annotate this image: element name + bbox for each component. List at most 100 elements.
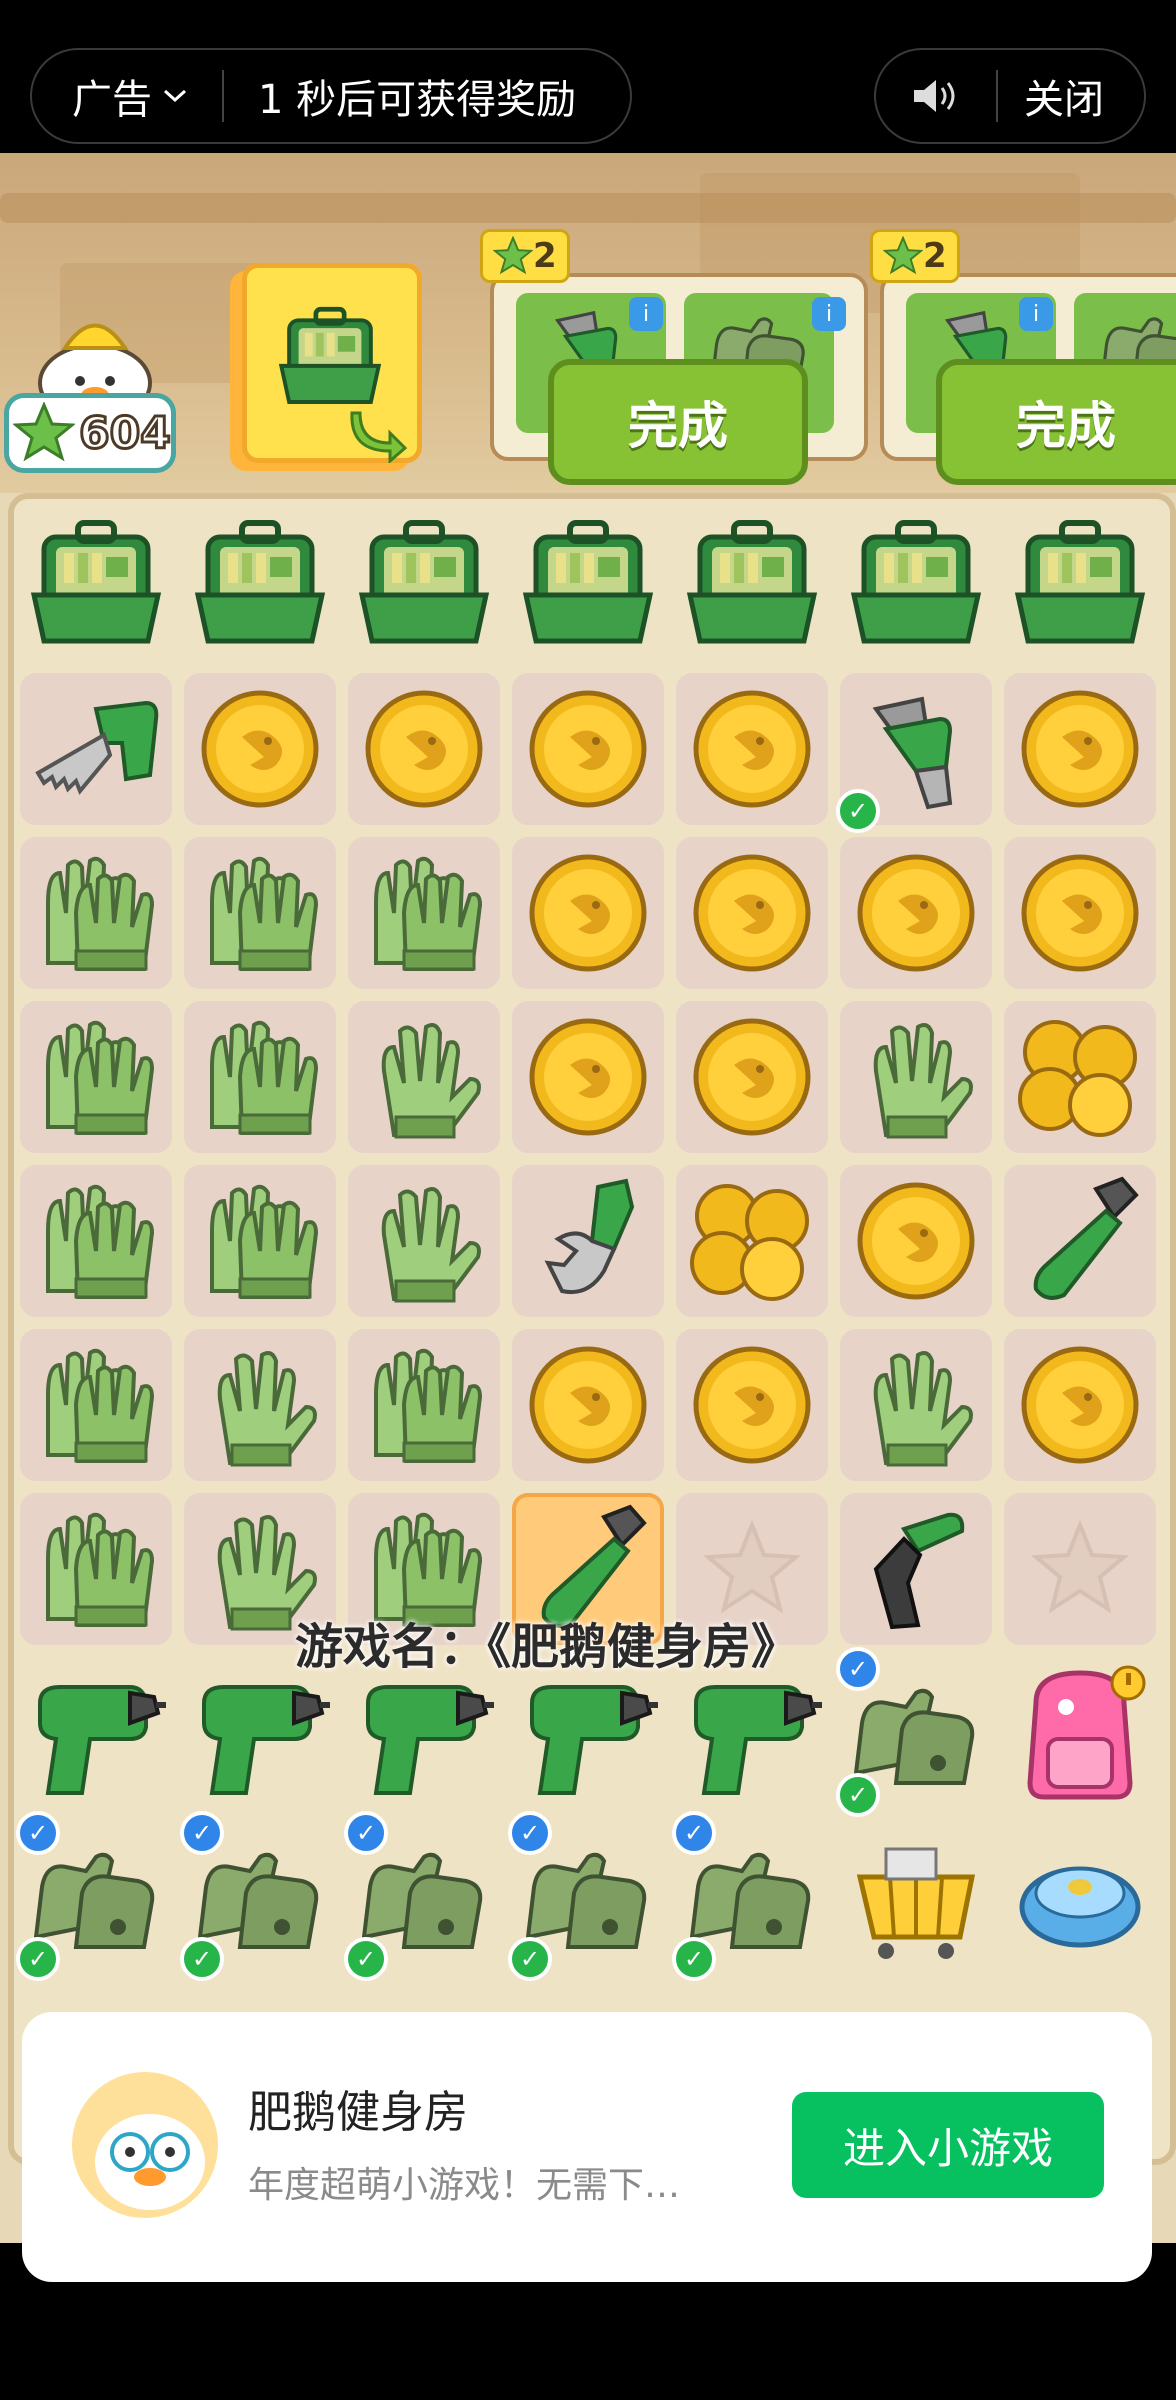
board-cell[interactable] (840, 1821, 992, 1973)
close-ad-button[interactable]: 关闭 (1024, 67, 1104, 125)
board-cell[interactable] (348, 1001, 500, 1153)
empty-star-slot-icon (1010, 1499, 1150, 1639)
board-cell[interactable]: ✓ ✓ (672, 1811, 828, 1981)
board-cell[interactable]: ✓ (836, 673, 992, 833)
board-cell[interactable] (840, 509, 992, 661)
board-cell[interactable] (184, 837, 336, 989)
board-cell[interactable] (676, 837, 828, 989)
info-icon[interactable]: i (812, 297, 846, 331)
board-cell[interactable] (512, 1001, 664, 1153)
board-cell[interactable] (184, 673, 336, 825)
board-cell[interactable]: ✓ ✓ (344, 1811, 500, 1981)
board-cell[interactable]: ✓ ✓ (508, 1811, 664, 1981)
board-cell[interactable] (184, 1657, 336, 1809)
star-counter: 604 (4, 393, 176, 473)
check-badge-icon: ✓ (344, 1937, 388, 1981)
board-cell[interactable] (348, 1657, 500, 1809)
gloves-icon (26, 1499, 166, 1639)
board-cell[interactable] (1004, 1165, 1156, 1317)
locked-badge-icon: ✓ (16, 1811, 60, 1855)
board-cell[interactable] (676, 673, 828, 825)
board-cell[interactable] (348, 837, 500, 989)
board-cell[interactable] (512, 509, 664, 661)
glove-icon (354, 1171, 494, 1311)
check-badge-icon: ✓ (180, 1937, 224, 1981)
board-cell[interactable]: ✓ ✓ (180, 1811, 336, 1981)
gloves-icon (26, 1335, 166, 1475)
board-cell[interactable] (20, 673, 172, 825)
board-cell[interactable] (676, 1329, 828, 1481)
board-cell[interactable]: ✓ ✓ (16, 1811, 172, 1981)
board-cell[interactable] (676, 509, 828, 661)
coin-stack-icon (682, 1171, 822, 1311)
board-cell[interactable] (840, 1493, 992, 1645)
board-cell[interactable] (840, 1165, 992, 1317)
wrench-icon (518, 1171, 658, 1311)
board-cell[interactable] (840, 1329, 992, 1481)
star-icon (883, 236, 923, 275)
order-2-done-button[interactable]: 完成 (936, 359, 1176, 485)
board-cell[interactable] (20, 837, 172, 989)
board-cell[interactable] (20, 509, 172, 661)
board-cell[interactable] (1004, 1821, 1156, 1973)
coin-icon (190, 679, 330, 819)
sound-button[interactable] (876, 76, 996, 116)
current-item-card[interactable] (230, 263, 426, 477)
board-cell[interactable] (676, 1165, 828, 1317)
board-cell[interactable] (1004, 673, 1156, 825)
board-cell[interactable] (512, 673, 664, 825)
reward-countdown: 1 秒后可获得奖励 (258, 77, 577, 123)
backpack-icon (1010, 1663, 1150, 1803)
board-cell[interactable] (348, 1165, 500, 1317)
board-cell[interactable] (512, 1165, 664, 1317)
board-cell[interactable] (348, 1329, 500, 1481)
board-cell[interactable] (20, 1165, 172, 1317)
board-cell[interactable] (20, 1001, 172, 1153)
board-cell[interactable] (840, 837, 992, 989)
board-cell[interactable] (1004, 509, 1156, 661)
info-icon[interactable]: i (1019, 297, 1053, 331)
mini-program-banner[interactable]: 肥鹅健身房 年度超萌小游戏！无需下… 进入小游戏 (22, 2012, 1152, 2282)
coin-icon (1010, 679, 1150, 819)
app-avatar (72, 2072, 218, 2218)
board-cell[interactable] (184, 1001, 336, 1153)
star-icon (493, 236, 533, 275)
board-cell[interactable] (1004, 1001, 1156, 1153)
board-cell[interactable] (184, 1329, 336, 1481)
order-1-done-button[interactable]: 完成 (548, 359, 808, 485)
drill-icon (190, 1663, 330, 1803)
board-cell[interactable] (184, 1165, 336, 1317)
game-area: 604 i i 2 完成 i 2 完成 ✓ ✓ ✓ ✓ ✓ ✓ ✓ ✓ ✓ ✓ ✓ ✓ ✓ 游戏名：《肥… (0, 153, 1176, 2243)
enter-mini-game-button[interactable]: 进入小游戏 (792, 2092, 1104, 2198)
gloves-icon (354, 1335, 494, 1475)
board-cell[interactable] (1004, 1329, 1156, 1481)
board-cell[interactable] (348, 509, 500, 661)
board-cell[interactable] (348, 673, 500, 825)
board-cell[interactable] (676, 1001, 828, 1153)
ad-controls-pill: 关闭 (874, 48, 1146, 144)
board-cell[interactable] (1004, 837, 1156, 989)
toolbox-icon (26, 515, 166, 655)
board-cell[interactable] (20, 1657, 172, 1809)
board-cell[interactable] (184, 509, 336, 661)
info-icon[interactable]: i (629, 297, 663, 331)
drill-icon (26, 1663, 166, 1803)
drill-icon (518, 1663, 658, 1803)
board-cell[interactable] (1004, 1493, 1156, 1645)
board-cell[interactable]: ✓ ✓ (836, 1647, 992, 1817)
board-cell[interactable] (20, 1493, 172, 1645)
toolbox-icon (190, 515, 330, 655)
board-cell[interactable] (512, 1329, 664, 1481)
gloves-icon (26, 1007, 166, 1147)
drill-icon (682, 1663, 822, 1803)
board-cell[interactable] (20, 1329, 172, 1481)
toolbox-icon (682, 515, 822, 655)
divider (996, 70, 998, 122)
coin-icon (518, 679, 658, 819)
board-cell[interactable] (1004, 1657, 1156, 1809)
ad-label-dropdown[interactable]: 广告 (72, 67, 222, 125)
board-cell[interactable] (512, 1657, 664, 1809)
board-cell[interactable] (840, 1001, 992, 1153)
board-cell[interactable] (676, 1657, 828, 1809)
board-cell[interactable] (512, 837, 664, 989)
